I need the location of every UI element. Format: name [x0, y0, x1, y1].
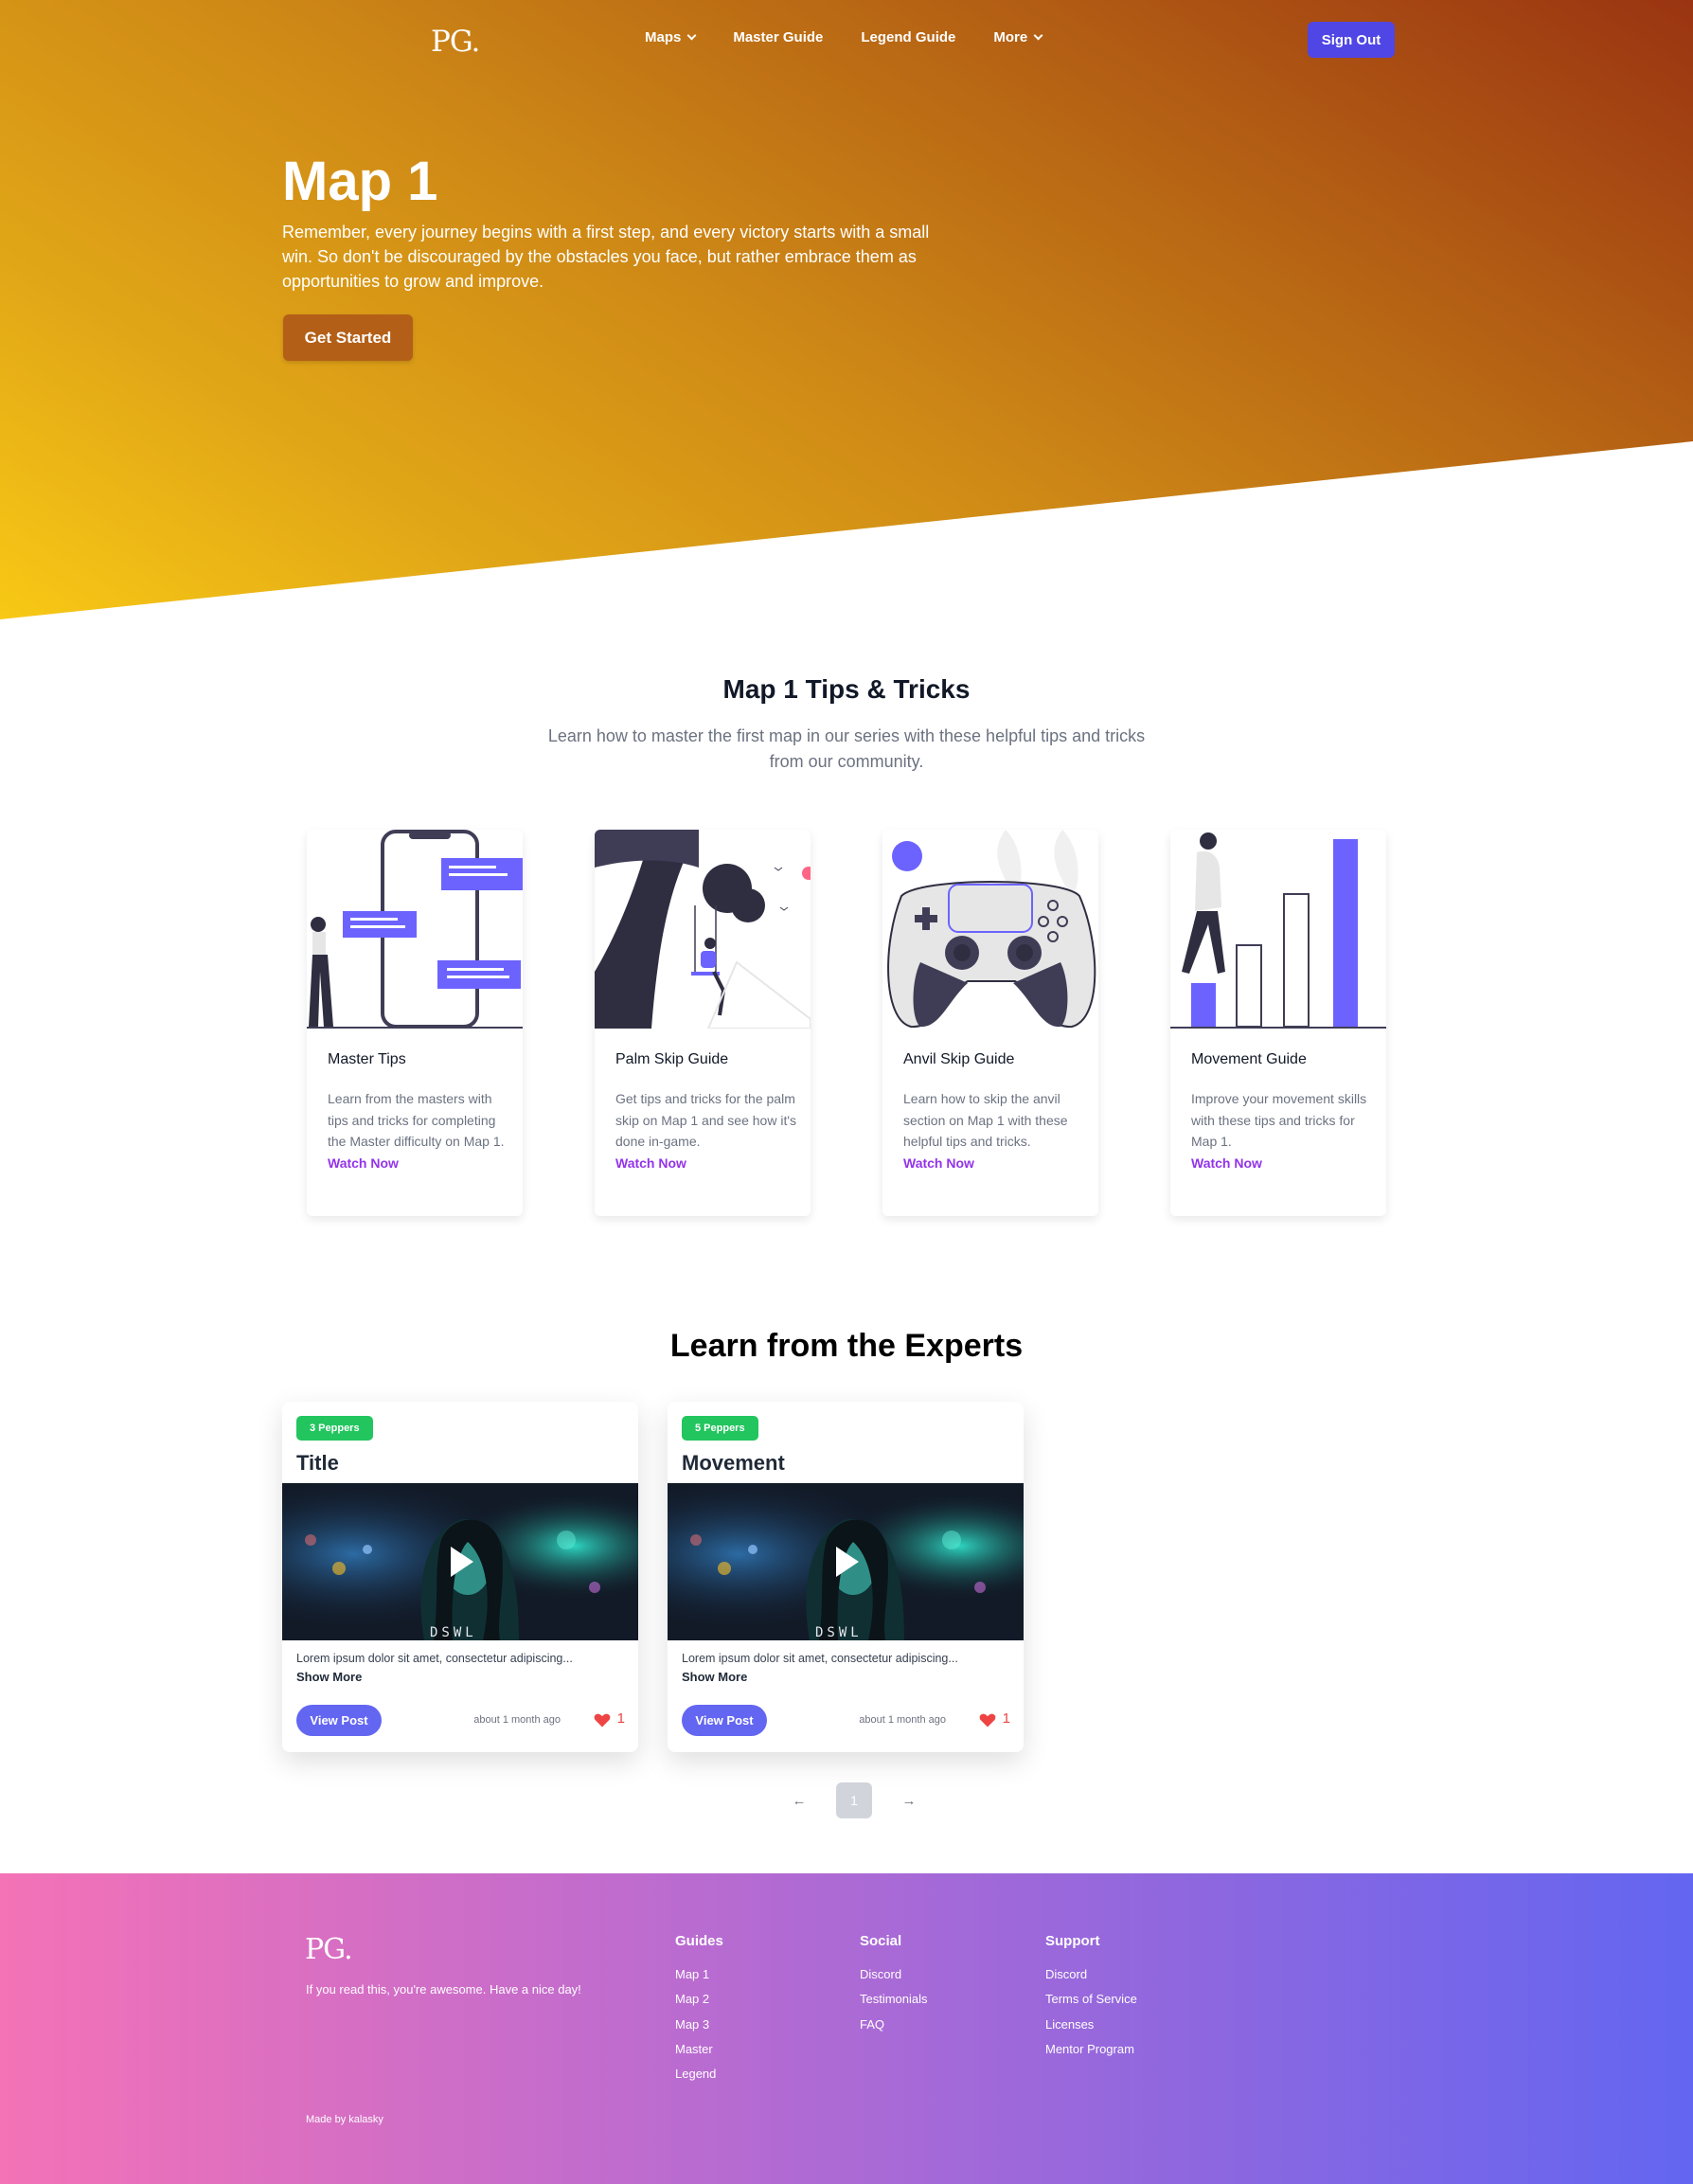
tips-title: Map 1 Tips & Tricks: [722, 674, 971, 704]
site-logo[interactable]: PG.: [431, 25, 480, 59]
heart-icon[interactable]: [978, 1710, 997, 1729]
footer-link[interactable]: Map 1: [675, 1962, 723, 1987]
watch-now-link[interactable]: Watch Now: [1191, 1153, 1375, 1174]
play-icon[interactable]: [825, 1541, 866, 1583]
main-nav: Maps Master Guide Legend Guide More: [645, 29, 1043, 45]
tips-subtitle: Learn how to master the first map in our…: [547, 726, 1146, 771]
footer-link[interactable]: Discord: [860, 1962, 928, 1987]
hero-diagonal-cut: [0, 441, 1693, 625]
footer-link[interactable]: FAQ: [860, 2013, 928, 2037]
footer-column-guides: Guides Map 1 Map 2 Map 3 Master Legend: [675, 1933, 723, 2086]
watch-now-link[interactable]: Watch Now: [903, 1153, 1087, 1174]
show-more-link[interactable]: Show More: [296, 1670, 362, 1684]
tree-swing-illustration: [595, 830, 811, 1029]
nav-master-guide-label: Master Guide: [733, 29, 824, 45]
footer-column-support: Support Discord Terms of Service License…: [1045, 1933, 1137, 2062]
game-controller-illustration: [882, 830, 1098, 1029]
tip-card: Movement Guide Improve your movement ski…: [1170, 830, 1386, 1216]
show-more-link[interactable]: Show More: [682, 1670, 747, 1684]
footer-link[interactable]: Discord: [1045, 1962, 1137, 1987]
sign-out-button[interactable]: Sign Out: [1308, 22, 1395, 58]
nav-legend-guide-label: Legend Guide: [861, 29, 956, 45]
tip-card: Master Tips Learn from the masters with …: [307, 830, 523, 1216]
post-desc: Lorem ipsum dolor sit amet, consectetur …: [682, 1652, 958, 1665]
video-thumbnail[interactable]: DSWL: [282, 1483, 638, 1640]
chevron-down-icon: [686, 30, 697, 41]
post-time: about 1 month ago: [473, 1714, 561, 1726]
difficulty-badge: 3 Peppers: [296, 1416, 373, 1441]
video-thumbnail[interactable]: DSWL: [668, 1483, 1024, 1640]
bar-steps-illustration: [1170, 830, 1386, 1029]
footer-link[interactable]: Map 2: [675, 1987, 723, 2012]
page-1-button[interactable]: 1: [836, 1782, 872, 1818]
thumbnail-caption: DSWL: [815, 1625, 863, 1640]
footer-tagline: If you read this, you're awesome. Have a…: [306, 1982, 581, 1996]
footer-link[interactable]: Licenses: [1045, 2013, 1137, 2037]
tip-card-title: Palm Skip Guide: [615, 1051, 729, 1067]
post-title: Movement: [682, 1451, 785, 1475]
footer-column-social: Social Discord Testimonials FAQ: [860, 1933, 928, 2037]
prev-page-button[interactable]: ←: [781, 1782, 817, 1818]
pagination: ← 1 →: [781, 1782, 927, 1818]
nav-maps[interactable]: Maps: [645, 29, 697, 45]
watch-now-link[interactable]: Watch Now: [615, 1153, 799, 1174]
view-post-button[interactable]: View Post: [682, 1705, 767, 1736]
view-post-button[interactable]: View Post: [296, 1705, 382, 1736]
post-title: Title: [296, 1451, 339, 1475]
hero-text: Remember, every journey begins with a fi…: [282, 223, 930, 291]
tip-card-desc: Learn from the masters with tips and tri…: [328, 1091, 505, 1149]
footer-heading: Support: [1045, 1933, 1100, 1949]
thumbnail-caption: DSWL: [430, 1625, 477, 1640]
footer-link[interactable]: Legend: [675, 2062, 723, 2086]
nav-more-label: More: [993, 29, 1028, 45]
tip-card: Anvil Skip Guide Learn how to skip the a…: [882, 830, 1098, 1216]
tip-card-desc: Get tips and tricks for the palm skip on…: [615, 1091, 797, 1149]
footer-link[interactable]: Map 3: [675, 2013, 723, 2037]
footer-link[interactable]: Testimonials: [860, 1987, 928, 2012]
footer-logo[interactable]: PG.: [305, 1933, 353, 1966]
footer-link[interactable]: Mentor Program: [1045, 2037, 1137, 2062]
footer-heading: Social: [860, 1933, 902, 1949]
like-count: 1: [1002, 1710, 1010, 1727]
like-count: 1: [616, 1710, 625, 1727]
nav-legend-guide[interactable]: Legend Guide: [861, 29, 955, 45]
hero-section: PG. Maps Master Guide Legend Guide More …: [0, 0, 1693, 625]
phone-chat-illustration: [307, 830, 523, 1029]
post-desc: Lorem ipsum dolor sit amet, consectetur …: [296, 1652, 573, 1665]
tip-card-title: Movement Guide: [1191, 1051, 1307, 1067]
experts-title: Learn from the Experts: [669, 1328, 1024, 1364]
heart-icon[interactable]: [593, 1710, 612, 1729]
nav-master-guide[interactable]: Master Guide: [733, 29, 823, 45]
hero-title: Map 1: [282, 151, 438, 212]
nav-maps-label: Maps: [645, 29, 682, 45]
difficulty-badge: 5 Peppers: [682, 1416, 758, 1441]
tip-card-title: Master Tips: [328, 1051, 406, 1067]
watch-now-link[interactable]: Watch Now: [328, 1153, 511, 1174]
footer-heading: Guides: [675, 1933, 723, 1949]
tip-card-title: Anvil Skip Guide: [903, 1051, 1015, 1067]
tip-card-desc: Learn how to skip the anvil section on M…: [903, 1091, 1068, 1149]
tip-card-desc: Improve your movement skills with these …: [1191, 1091, 1367, 1149]
post-time: about 1 month ago: [859, 1714, 946, 1726]
footer: PG. If you read this, you're awesome. Ha…: [0, 1873, 1693, 2184]
made-by-credit: Made by kalasky: [306, 2114, 383, 2125]
tip-card: Palm Skip Guide Get tips and tricks for …: [595, 830, 811, 1216]
footer-link[interactable]: Master: [675, 2037, 723, 2062]
play-icon[interactable]: [439, 1541, 481, 1583]
post-card: 3 Peppers Title DSWL Lorem ipsum dolor s…: [282, 1402, 638, 1752]
post-card: 5 Peppers Movement DSWL Lorem ipsum dolo…: [668, 1402, 1024, 1752]
nav-more[interactable]: More: [993, 29, 1043, 45]
next-page-button[interactable]: →: [891, 1782, 927, 1818]
chevron-down-icon: [1033, 30, 1043, 41]
get-started-button[interactable]: Get Started: [283, 314, 413, 361]
footer-link[interactable]: Terms of Service: [1045, 1987, 1137, 2012]
